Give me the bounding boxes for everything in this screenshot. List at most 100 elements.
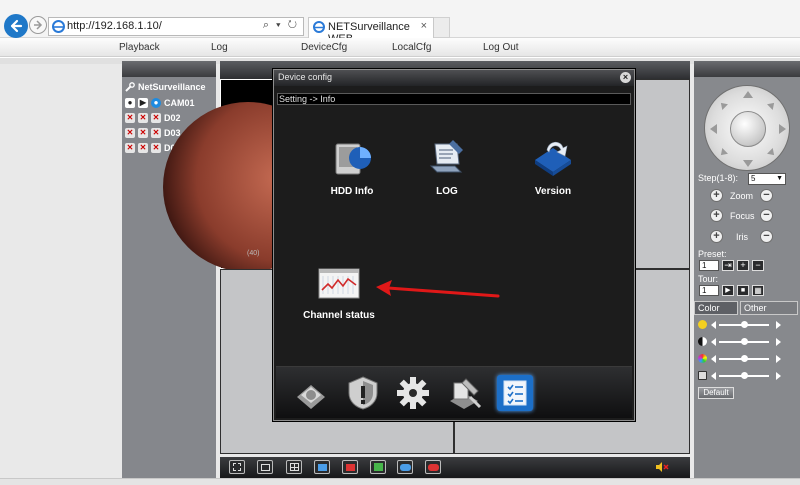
step-select[interactable]: 5 ▼ xyxy=(748,173,786,185)
zoom-in-button[interactable]: + xyxy=(710,189,723,202)
address-bar[interactable]: http://192.168.1.10/ ⌕ ▾ ↻ xyxy=(48,17,304,36)
layout-4-button[interactable] xyxy=(286,460,302,474)
record-disabled-icon[interactable]: ✕ xyxy=(125,112,135,123)
record-all-button[interactable] xyxy=(397,460,413,474)
video-cell-label: (40) xyxy=(247,250,260,257)
system-gear-icon[interactable] xyxy=(395,375,431,411)
slider-knob[interactable] xyxy=(740,372,748,379)
alarm-shield-icon[interactable] xyxy=(345,375,381,411)
fullscreen-button[interactable] xyxy=(229,460,245,474)
menu-playback[interactable]: Playback xyxy=(119,42,160,53)
hue-slider[interactable] xyxy=(698,370,798,382)
slider-decrease-icon[interactable] xyxy=(711,372,716,380)
info-list-icon[interactable] xyxy=(497,375,533,411)
hdd-icon[interactable] xyxy=(293,375,329,411)
menu-devicecfg[interactable]: DeviceCfg xyxy=(301,42,347,53)
hdd-info-item[interactable]: HDD Info xyxy=(307,136,397,202)
address-tools[interactable]: ⌕ ▾ ↻ xyxy=(263,19,299,32)
speaker-mute-icon[interactable] xyxy=(655,461,669,473)
focus-near-button[interactable]: + xyxy=(710,209,723,222)
slider-decrease-icon[interactable] xyxy=(711,355,716,363)
preset-add-button[interactable]: + xyxy=(737,260,749,271)
preset-remove-button[interactable]: − xyxy=(752,260,764,271)
play-disabled-icon[interactable]: ✕ xyxy=(138,127,148,138)
slider-increase-icon[interactable] xyxy=(776,372,781,380)
slider-increase-icon[interactable] xyxy=(776,338,781,346)
saturation-slider[interactable] xyxy=(698,353,798,365)
contrast-slider[interactable] xyxy=(698,336,798,348)
ptz-down-icon[interactable] xyxy=(743,160,753,167)
forward-button[interactable] xyxy=(29,16,47,34)
tab-color[interactable]: Color xyxy=(694,301,738,315)
back-button[interactable] xyxy=(4,14,28,38)
channel-label: D02 xyxy=(164,112,181,123)
iris-close-button[interactable]: − xyxy=(760,230,773,243)
focus-far-button[interactable]: − xyxy=(760,209,773,222)
browser-tab[interactable]: NETSurveillance WEB × xyxy=(308,17,434,45)
open-all-video-button[interactable] xyxy=(314,460,330,474)
layout-1-button[interactable] xyxy=(257,460,273,474)
play-disabled-icon[interactable]: ✕ xyxy=(138,142,148,153)
play-icon[interactable]: ▶ xyxy=(138,97,148,108)
camera-offline-icon[interactable]: ✕ xyxy=(151,112,161,123)
slider-decrease-icon[interactable] xyxy=(711,321,716,329)
record-disabled-icon[interactable]: ✕ xyxy=(125,127,135,138)
log-item[interactable]: LOG xyxy=(402,136,492,202)
ie-tab-icon xyxy=(313,21,325,33)
device-name: NetSurveillance xyxy=(138,81,206,92)
ptz-up-left-icon[interactable] xyxy=(718,100,728,110)
channel-status-icon xyxy=(318,268,360,299)
record-icon[interactable]: ● xyxy=(125,97,135,108)
step-value: 5 xyxy=(751,174,756,183)
ptz-right-icon[interactable] xyxy=(779,124,786,134)
ptz-left-icon[interactable] xyxy=(710,124,717,134)
default-button[interactable]: Default xyxy=(698,387,734,399)
ptz-panel: Step(1-8): 5 ▼ + Zoom − + Focus − + Iris… xyxy=(694,61,800,479)
close-icon[interactable]: × xyxy=(620,72,631,83)
snapshot-button[interactable] xyxy=(370,460,386,474)
version-item[interactable]: Version xyxy=(508,136,598,202)
tour-input[interactable]: 1 xyxy=(699,285,719,296)
camera-online-icon[interactable]: ● xyxy=(151,97,161,108)
channel-row[interactable]: ✕ ✕ ✕ D03 xyxy=(125,126,181,139)
menu-logout[interactable]: Log Out xyxy=(483,42,519,53)
tab-other[interactable]: Other xyxy=(740,301,798,315)
device-tree-root[interactable]: NetSurveillance xyxy=(125,80,206,93)
brightness-slider[interactable] xyxy=(698,319,798,331)
camera-offline-icon[interactable]: ✕ xyxy=(151,142,161,153)
dialog-titlebar[interactable]: Device config × xyxy=(274,70,634,86)
advanced-tools-icon[interactable] xyxy=(446,375,482,411)
tab-close-icon[interactable]: × xyxy=(421,20,427,32)
slider-decrease-icon[interactable] xyxy=(711,338,716,346)
play-disabled-icon[interactable]: ✕ xyxy=(138,112,148,123)
slider-increase-icon[interactable] xyxy=(776,355,781,363)
slider-knob[interactable] xyxy=(740,321,748,328)
ptz-direction-pad[interactable] xyxy=(704,85,790,171)
stop-record-button[interactable] xyxy=(425,460,441,474)
ptz-up-icon[interactable] xyxy=(743,91,753,98)
slider-knob[interactable] xyxy=(740,355,748,362)
tour-start-button[interactable]: ▶ xyxy=(722,285,734,296)
channel-status-item[interactable]: Channel status xyxy=(294,266,384,324)
tour-stop-button[interactable]: ■ xyxy=(737,285,749,296)
new-tab-button[interactable] xyxy=(434,17,450,38)
ptz-down-right-icon[interactable] xyxy=(767,148,777,158)
ptz-down-left-icon[interactable] xyxy=(718,148,728,158)
preset-input[interactable]: 1 xyxy=(699,260,719,271)
ptz-center-button[interactable] xyxy=(730,111,766,147)
iris-open-button[interactable]: + xyxy=(710,230,723,243)
preset-goto-button[interactable]: ⇥ xyxy=(722,260,734,271)
close-all-video-button[interactable] xyxy=(342,460,358,474)
slider-knob[interactable] xyxy=(740,338,748,345)
menu-localcfg[interactable]: LocalCfg xyxy=(392,42,431,53)
camera-offline-icon[interactable]: ✕ xyxy=(151,127,161,138)
channel-row[interactable]: ● ▶ ● CAM01 xyxy=(125,96,195,109)
zoom-out-button[interactable]: − xyxy=(760,189,773,202)
quad-view-icon xyxy=(289,463,299,471)
tour-grid-button[interactable]: ▦ xyxy=(752,285,764,296)
channel-row[interactable]: ✕ ✕ ✕ D02 xyxy=(125,111,181,124)
ptz-up-right-icon[interactable] xyxy=(767,100,777,110)
menu-log[interactable]: Log xyxy=(211,42,228,53)
record-disabled-icon[interactable]: ✕ xyxy=(125,142,135,153)
slider-increase-icon[interactable] xyxy=(776,321,781,329)
